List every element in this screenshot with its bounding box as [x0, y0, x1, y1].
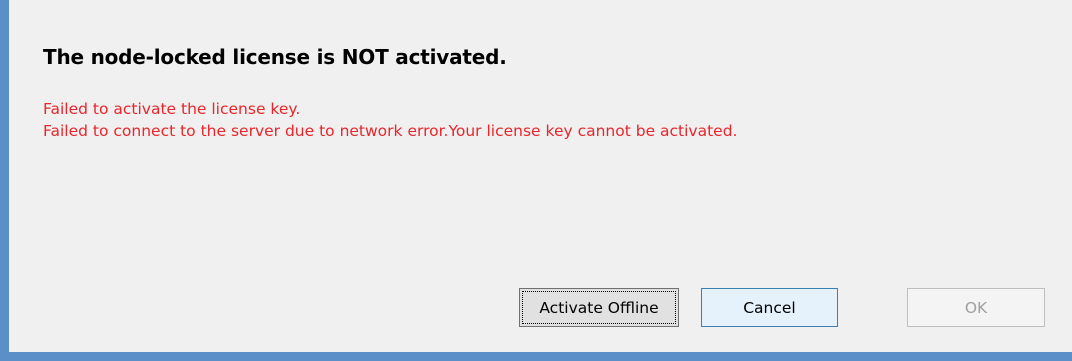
error-message-block: Failed to activate the license key. Fail…: [43, 98, 738, 142]
error-message-line: Failed to connect to the server due to n…: [43, 122, 738, 140]
cancel-button[interactable]: Cancel: [701, 288, 838, 327]
ok-button[interactable]: OK: [907, 288, 1045, 327]
dialog-body: The node-locked license is NOT activated…: [9, 0, 1072, 352]
error-message-line: Failed to activate the license key.: [43, 100, 301, 118]
dialog-window-frame: The node-locked license is NOT activated…: [0, 0, 1072, 361]
activate-offline-button[interactable]: Activate Offline: [519, 288, 679, 327]
activation-status-heading: The node-locked license is NOT activated…: [43, 45, 507, 69]
